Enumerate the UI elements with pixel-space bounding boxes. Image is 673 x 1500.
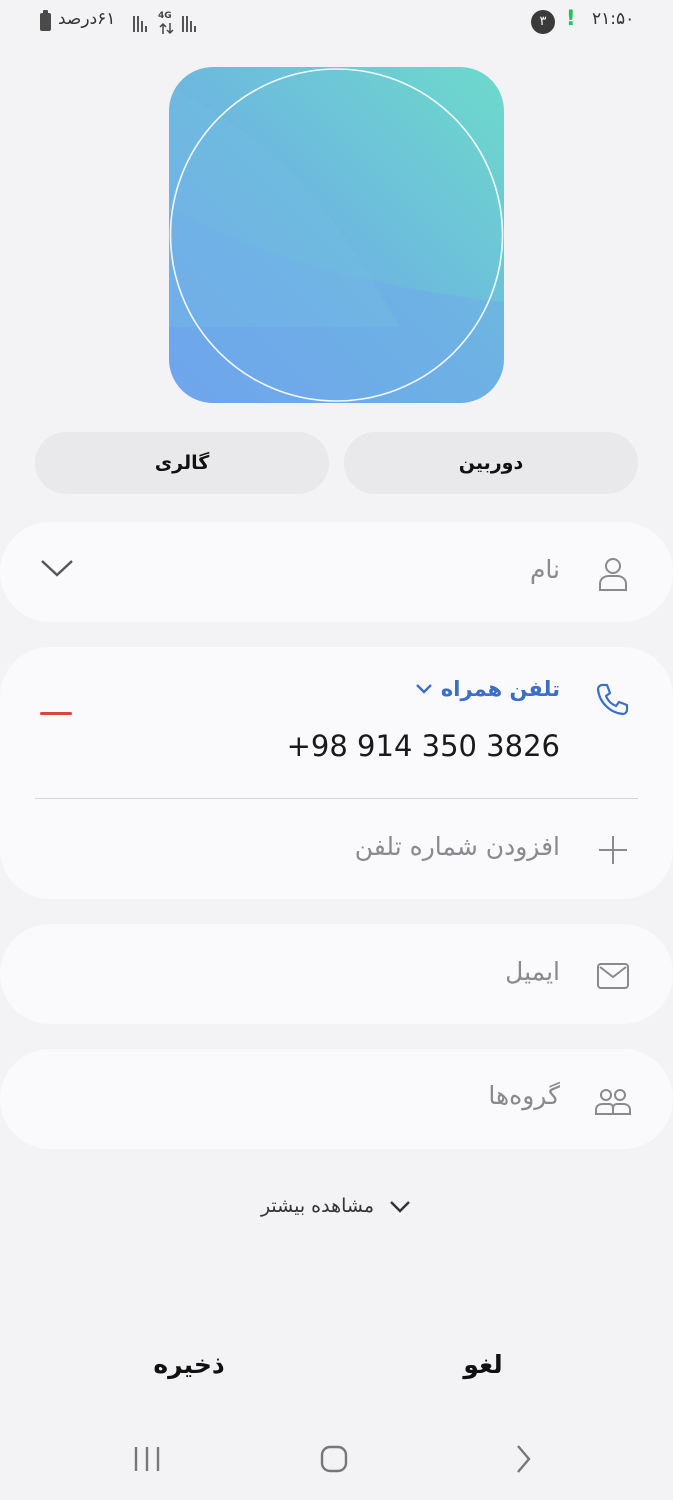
person-icon: [593, 553, 633, 593]
email-field[interactable]: ایمیل: [505, 957, 560, 986]
view-more-button[interactable]: مشاهده بیشتر: [0, 1186, 673, 1226]
people-icon: [593, 1080, 633, 1120]
phone-card: [0, 647, 673, 899]
expand-name-chevron-down-icon[interactable]: [37, 548, 77, 588]
plus-icon: [593, 830, 633, 870]
signal-icon: [133, 14, 147, 32]
groups-field[interactable]: گروه‌ها: [488, 1081, 560, 1110]
home-icon[interactable]: [316, 1441, 352, 1477]
save-button[interactable]: ذخیره: [89, 1340, 289, 1390]
contact-photo[interactable]: [169, 67, 504, 403]
data-activity-icon: 4G: [157, 11, 177, 35]
name-field[interactable]: نام: [530, 555, 560, 584]
phone-number-field[interactable]: +98 914 350 3826: [287, 729, 560, 763]
navigation-bar: [0, 1420, 673, 1500]
alert-icon: !: [566, 6, 576, 30]
status-bar: ۲۱:۵۰ ! ۳ ۶۱درصد 4G: [0, 0, 673, 46]
phone-type-label: تلفن همراه: [440, 677, 560, 701]
battery-percentage: ۶۱درصد: [58, 9, 116, 29]
view-more-label: مشاهده بیشتر: [260, 1195, 375, 1217]
cancel-button[interactable]: لغو: [383, 1340, 583, 1390]
signal-icon-secondary: [182, 14, 196, 32]
add-phone-button[interactable]: افزودن شماره تلفن: [355, 832, 560, 861]
phone-divider: [35, 798, 638, 799]
name-card: [0, 522, 673, 622]
status-time: ۲۱:۵۰: [592, 9, 635, 29]
battery-icon: [40, 10, 51, 31]
groups-card: [0, 1049, 673, 1149]
gallery-button[interactable]: گالری: [35, 432, 329, 494]
chevron-down-icon: [390, 1201, 410, 1213]
phone-icon: [593, 679, 633, 719]
email-card: [0, 924, 673, 1024]
back-icon[interactable]: [505, 1441, 541, 1477]
phone-type-selector[interactable]: تلفن همراه: [415, 677, 560, 701]
recent-apps-icon[interactable]: [130, 1442, 164, 1476]
chevron-down-icon: [416, 684, 432, 694]
camera-button[interactable]: دوربین: [344, 432, 638, 494]
avatar-pattern-icon: [169, 68, 504, 403]
remove-phone-minus-icon[interactable]: [40, 712, 72, 715]
notification-badge: ۳: [531, 10, 555, 34]
envelope-icon: [593, 956, 633, 996]
